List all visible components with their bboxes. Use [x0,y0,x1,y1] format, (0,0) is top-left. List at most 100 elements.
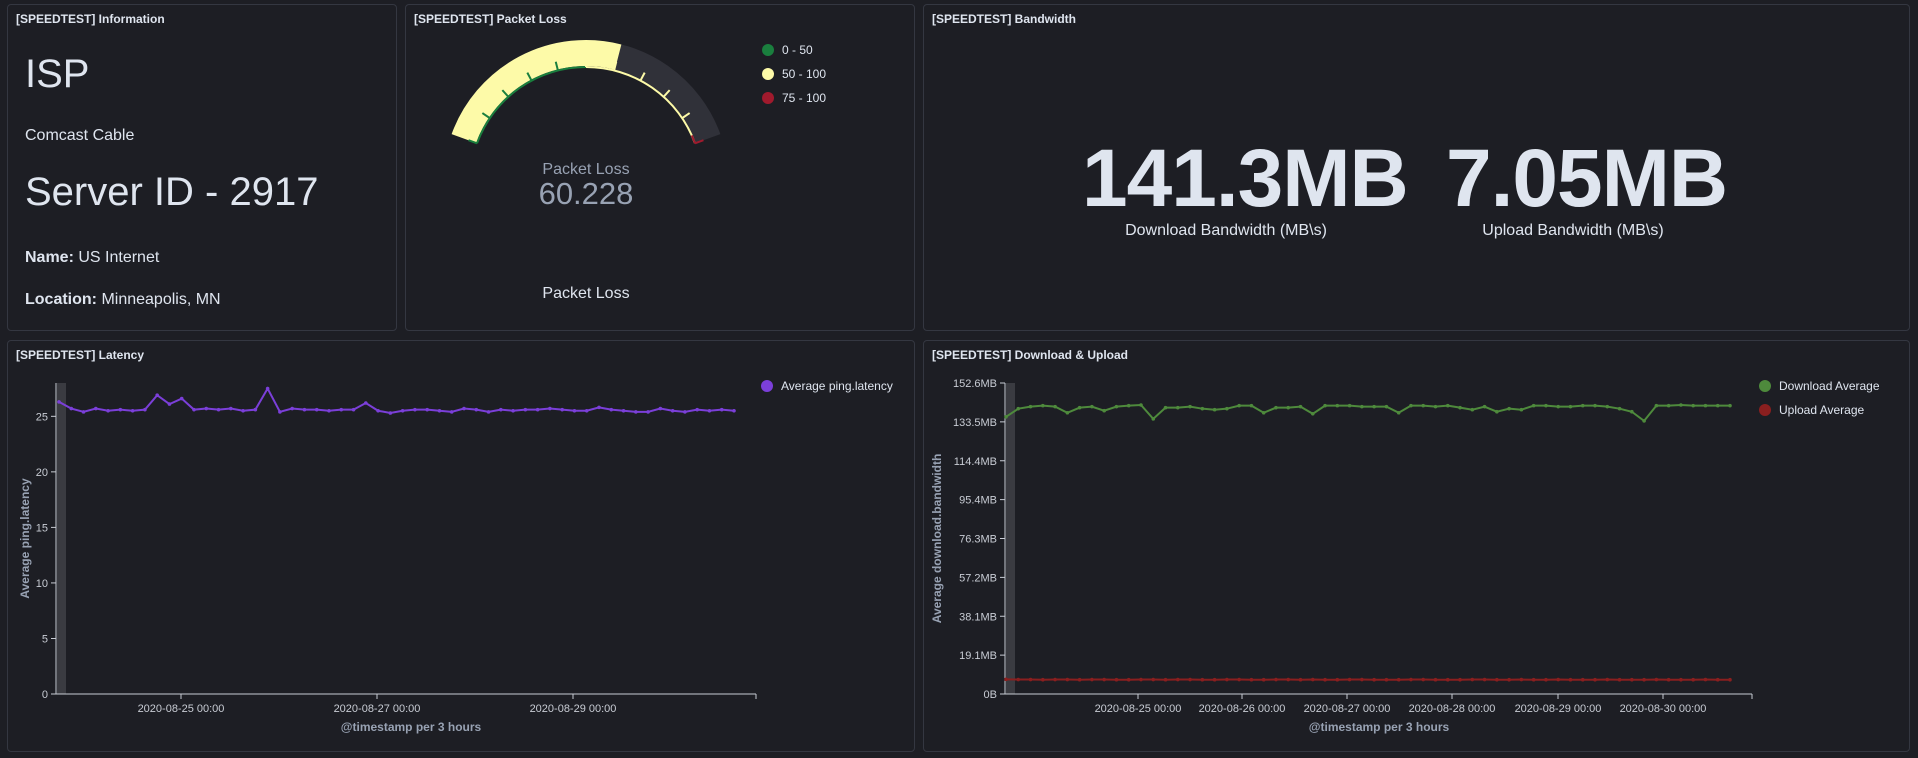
data-point [719,407,724,412]
location-label: Location: [25,291,97,308]
data-point [1409,403,1413,408]
data-point [1666,403,1671,408]
legend-label: Download Average [1779,379,1880,393]
x-tick-label: 2020-08-27 00:00 [334,703,421,715]
download-metric: 141.3MB Download Bandwidth (MB\s) [1082,138,1409,240]
data-point [1151,677,1156,682]
data-point [474,407,479,412]
data-point [1139,403,1143,407]
data-point [1335,677,1340,682]
data-point [1691,403,1695,408]
data-point [1188,404,1192,409]
data-point [658,406,663,411]
data-point [1728,403,1732,408]
data-point [1065,677,1070,682]
data-point [1053,677,1057,682]
data-point [1482,404,1487,409]
data-point [1531,677,1536,682]
data-point [597,405,601,410]
data-point [1630,409,1634,414]
data-point [462,406,466,411]
data-point [1617,406,1622,411]
data-point [1617,677,1622,682]
x-tick-label: 2020-08-27 00:00 [1304,703,1391,715]
data-point [216,407,221,412]
data-point [290,406,294,411]
name-value: US Internet [78,249,160,266]
data-point [449,410,454,414]
legend-label: 75 - 100 [782,91,827,105]
y-tick-label: 5 [42,633,48,645]
data-point [1347,677,1352,682]
panel-title: [SPEEDTEST] Bandwidth [932,12,1076,26]
upload-label: Upload Bandwidth (MB\s) [1482,222,1664,239]
data-point [314,407,319,412]
data-point [1310,677,1315,682]
legend-item[interactable]: 50 - 100 [762,62,826,86]
data-point [1445,403,1450,408]
data-point [1126,677,1131,682]
y-tick-label: 95.4MB [959,495,997,507]
download-label: Download Bandwidth (MB\s) [1125,222,1327,239]
plot-boundary-band [1006,383,1015,694]
data-point [192,407,196,412]
name-label: Name: [25,249,74,266]
data-point [1335,403,1340,408]
data-point [265,386,270,391]
data-point [634,410,638,414]
x-tick-label: 2020-08-29 00:00 [1515,703,1602,715]
legend-item[interactable]: 0 - 50 [762,38,826,62]
data-point [1593,403,1597,408]
gauge-legend: 0 - 50 50 - 100 75 - 100 [762,38,826,110]
data-point [1580,403,1585,408]
y-axis-title: Average download.bandwidth [930,454,944,624]
legend-label: 0 - 50 [782,43,813,57]
legend-dot-icon [1759,404,1771,416]
data-point [1347,403,1352,408]
legend-dot-icon [1759,380,1771,392]
legend-item[interactable]: Download Average [1759,374,1880,398]
legend-item[interactable]: Upload Average [1759,398,1880,422]
data-point [1261,410,1266,415]
data-point [1421,403,1426,408]
name-line: Name: US Internet [25,249,159,267]
data-point [1249,403,1254,408]
data-point [1679,677,1683,682]
data-point [1396,410,1401,415]
data-point [695,407,699,412]
data-point [1065,410,1070,415]
data-point [1016,406,1021,411]
x-tick-label: 2020-08-25 00:00 [138,703,225,715]
data-point [560,407,564,412]
legend-dot-icon [762,68,774,80]
panel-title: [SPEEDTEST] Information [16,12,165,26]
y-tick-label: 133.5MB [953,417,997,429]
data-point [1384,404,1389,409]
data-point [1384,677,1389,682]
y-tick-label: 76.3MB [959,534,997,546]
data-point [1544,677,1548,682]
download-upload-legend: Download Average Upload Average [1759,374,1880,422]
data-point [302,407,307,412]
data-point [1200,677,1205,682]
information-panel: [SPEEDTEST] Information ISP Comcast Cabl… [7,4,397,331]
data-point [1433,404,1438,409]
data-point [351,407,356,412]
x-tick-label: 2020-08-28 00:00 [1409,703,1496,715]
data-point [646,410,650,414]
packet-loss-gauge: Packet Loss 60.228 Packet Loss [451,40,721,302]
data-point [167,402,172,406]
data-point [1519,407,1524,412]
data-point [1090,404,1094,409]
data-point [1445,677,1450,682]
legend-item[interactable]: Average ping.latency [761,374,893,398]
data-point [1237,403,1241,408]
data-point [69,406,74,411]
data-point [1323,677,1327,682]
legend-dot-icon [762,44,774,56]
legend-item[interactable]: 75 - 100 [762,86,826,110]
bandwidth-panel: [SPEEDTEST] Bandwidth 141.3MB Download B… [923,4,1910,331]
latency-panel: [SPEEDTEST] Latency 0 5 10 15 20 25 2020-08-25… [7,340,915,752]
data-point [143,407,147,412]
data-point [278,410,282,414]
